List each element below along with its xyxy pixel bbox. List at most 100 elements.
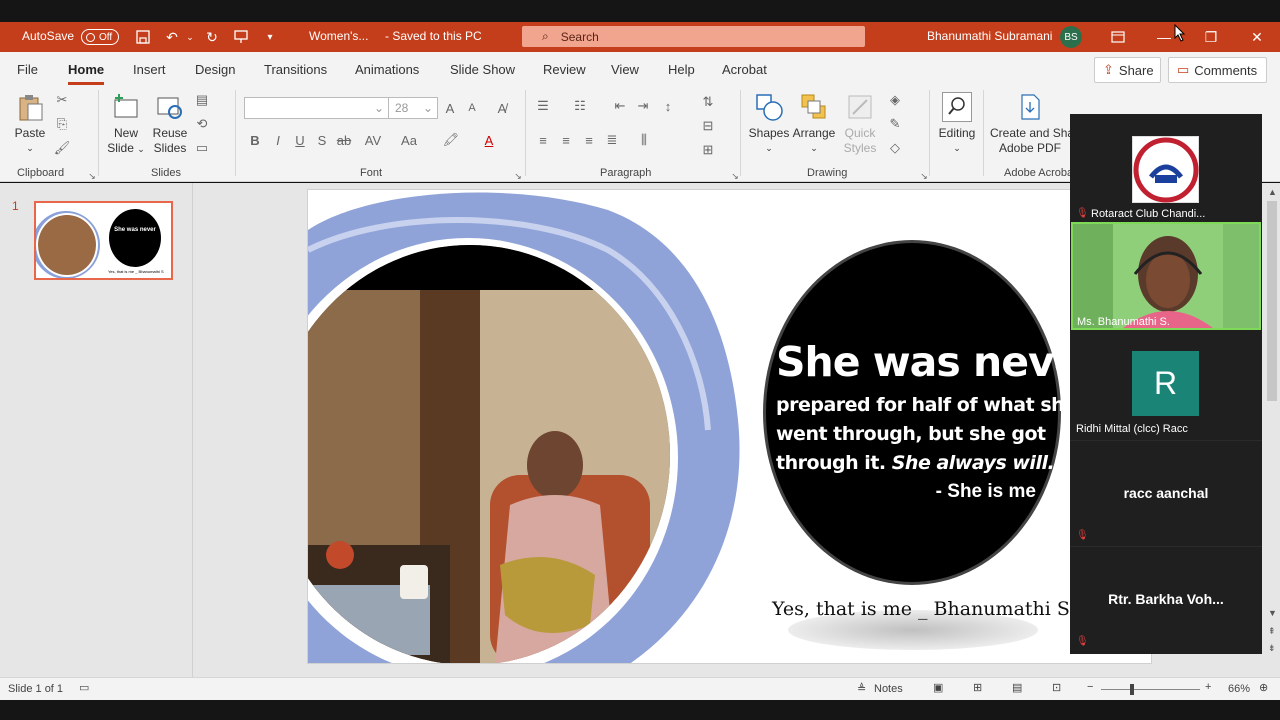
- scroll-thumb[interactable]: [1267, 201, 1277, 401]
- next-slide-icon[interactable]: ⇟: [1268, 643, 1276, 654]
- increase-indent-icon[interactable]: ⇥: [635, 98, 651, 114]
- character-spacing-button[interactable]: AV: [360, 132, 386, 148]
- align-text-icon[interactable]: ⊟: [700, 118, 716, 134]
- align-right-icon[interactable]: ≡: [581, 132, 597, 148]
- tab-transitions[interactable]: Transitions: [264, 62, 327, 77]
- decrease-font-icon[interactable]: A: [464, 100, 480, 116]
- ribbon-display-icon[interactable]: [1110, 29, 1126, 45]
- reuse-slides-button[interactable]: Reuse Slides: [151, 92, 189, 156]
- italic-button[interactable]: I: [270, 132, 286, 148]
- participant-tile-barkha[interactable]: Rtr. Barkha Voh... 🎙: [1070, 546, 1262, 652]
- chevron-down-icon: ⌄: [137, 144, 145, 154]
- zoom-slider-track[interactable]: [1101, 689, 1200, 690]
- notes-button[interactable]: Notes: [874, 683, 903, 695]
- restore-icon[interactable]: ❐: [1203, 29, 1219, 45]
- participant-tile-aanchal[interactable]: racc aanchal 🎙: [1070, 440, 1262, 546]
- format-painter-icon[interactable]: 🖌: [54, 140, 71, 156]
- close-icon[interactable]: ✕: [1249, 29, 1265, 45]
- tab-acrobat[interactable]: Acrobat: [722, 62, 767, 77]
- create-pdf-button[interactable]: Create and Sha Adobe PDF: [990, 92, 1070, 156]
- bold-button[interactable]: B: [247, 132, 263, 148]
- scroll-down-icon[interactable]: ▼: [1268, 608, 1277, 618]
- new-slide-button[interactable]: New Slide ⌄: [106, 92, 146, 157]
- minimize-icon[interactable]: —: [1156, 29, 1172, 45]
- autosave-toggle[interactable]: Off: [81, 29, 119, 45]
- tab-slide-show[interactable]: Slide Show: [450, 62, 515, 77]
- align-left-icon[interactable]: ≡: [535, 132, 551, 148]
- numbering-icon[interactable]: ☷: [572, 98, 588, 114]
- quick-styles-button[interactable]: Quick Styles: [838, 92, 882, 156]
- slideshow-view-icon[interactable]: ⊡: [1052, 681, 1061, 694]
- previous-slide-icon[interactable]: ⇞: [1268, 626, 1276, 637]
- reset-icon[interactable]: ⟲: [194, 116, 210, 132]
- paste-button[interactable]: Paste ⌄: [10, 92, 50, 156]
- smartart-icon[interactable]: ⊞: [700, 142, 716, 158]
- line-spacing-icon[interactable]: ↕: [660, 98, 676, 114]
- customize-toolbar-icon[interactable]: ▾: [262, 29, 278, 45]
- start-slideshow-icon[interactable]: [233, 29, 249, 45]
- normal-view-icon[interactable]: ▣: [933, 681, 943, 694]
- increase-font-icon[interactable]: A: [442, 100, 458, 116]
- copy-icon[interactable]: ⎘: [54, 116, 70, 132]
- slide-canvas[interactable]: She was never prepared for half of what …: [307, 189, 1152, 664]
- editing-button[interactable]: Editing ⌄: [936, 92, 978, 156]
- justify-icon[interactable]: ≣: [604, 132, 620, 148]
- change-case-button[interactable]: Aa: [396, 132, 422, 148]
- reading-view-icon[interactable]: ▤: [1012, 681, 1022, 694]
- redo-icon[interactable]: ↻: [204, 29, 220, 45]
- columns-icon[interactable]: ⫼: [636, 132, 652, 148]
- clear-formatting-icon[interactable]: A̸: [494, 100, 510, 116]
- shapes-button[interactable]: Shapes ⌄: [748, 92, 790, 156]
- share-button[interactable]: ⇪ Share: [1094, 57, 1161, 83]
- scroll-up-icon[interactable]: ▲: [1268, 187, 1277, 197]
- zoom-level[interactable]: 66%: [1228, 683, 1250, 695]
- highlight-icon[interactable]: 🖍: [443, 132, 460, 148]
- shape-fill-icon[interactable]: ◈: [887, 92, 903, 108]
- zoom-out-icon[interactable]: −: [1087, 681, 1093, 693]
- underline-button[interactable]: U: [292, 132, 308, 148]
- participant-tile-rotaract[interactable]: 🎙 Rotaract Club Chandi...: [1070, 114, 1262, 220]
- notes-icon[interactable]: ≜: [857, 682, 866, 695]
- user-avatar[interactable]: BS: [1060, 26, 1082, 48]
- undo-dropdown-icon[interactable]: ⌄: [182, 29, 198, 45]
- participant-name: racc aanchal: [1123, 485, 1209, 501]
- comments-button[interactable]: ▭ Comments: [1168, 57, 1267, 83]
- section-icon[interactable]: ▭: [194, 140, 210, 156]
- align-center-icon[interactable]: ≡: [558, 132, 574, 148]
- font-name-dropdown[interactable]: ⌄: [244, 97, 389, 119]
- tab-file[interactable]: File: [17, 62, 38, 77]
- accessibility-icon[interactable]: ▭: [79, 681, 89, 694]
- tab-help[interactable]: Help: [668, 62, 695, 77]
- search-box[interactable]: ⌕ Search: [522, 26, 865, 47]
- slide-sorter-icon[interactable]: ⊞: [973, 681, 982, 694]
- zoom-slider-thumb[interactable]: [1130, 684, 1134, 695]
- font-color-icon[interactable]: A: [481, 132, 497, 148]
- slide-thumbnail[interactable]: She was never Yes, that is me _ Bhanumat…: [34, 201, 173, 280]
- participant-tile-ridhi[interactable]: R Ridhi Mittal (clcc) Racc: [1070, 334, 1262, 440]
- decrease-indent-icon[interactable]: ⇤: [612, 98, 628, 114]
- vertical-scrollbar[interactable]: ▲ ▼ ⇞ ⇟: [1264, 183, 1280, 677]
- strikethrough-button[interactable]: ab: [336, 132, 352, 148]
- arrange-button[interactable]: Arrange ⌄: [791, 92, 837, 156]
- tab-design[interactable]: Design: [195, 62, 235, 77]
- user-name[interactable]: Bhanumathi Subramani: [927, 29, 1052, 43]
- tab-insert[interactable]: Insert: [133, 62, 166, 77]
- fit-to-window-icon[interactable]: ⊕: [1259, 681, 1268, 694]
- font-launcher-icon[interactable]: ↘: [510, 168, 526, 184]
- save-icon[interactable]: [135, 29, 151, 45]
- font-size-dropdown[interactable]: 28 ⌄: [388, 97, 438, 119]
- bullets-icon[interactable]: ☰: [535, 98, 551, 114]
- cut-icon[interactable]: ✂: [54, 92, 70, 108]
- tab-animations[interactable]: Animations: [355, 62, 419, 77]
- tab-home[interactable]: Home: [68, 62, 105, 85]
- tab-review[interactable]: Review: [543, 62, 586, 77]
- tab-view[interactable]: View: [611, 62, 639, 77]
- text-direction-icon[interactable]: ⇅: [700, 94, 716, 110]
- zoom-in-icon[interactable]: +: [1205, 681, 1211, 693]
- layout-icon[interactable]: ▤: [194, 92, 210, 108]
- participant-tile-active-speaker[interactable]: Ms. Bhanumathi S.: [1071, 222, 1261, 330]
- shape-effects-icon[interactable]: ◇: [887, 140, 903, 156]
- undo-icon[interactable]: ↶: [164, 29, 180, 45]
- shape-outline-icon[interactable]: ✎: [887, 116, 903, 132]
- shadow-button[interactable]: S: [314, 132, 330, 148]
